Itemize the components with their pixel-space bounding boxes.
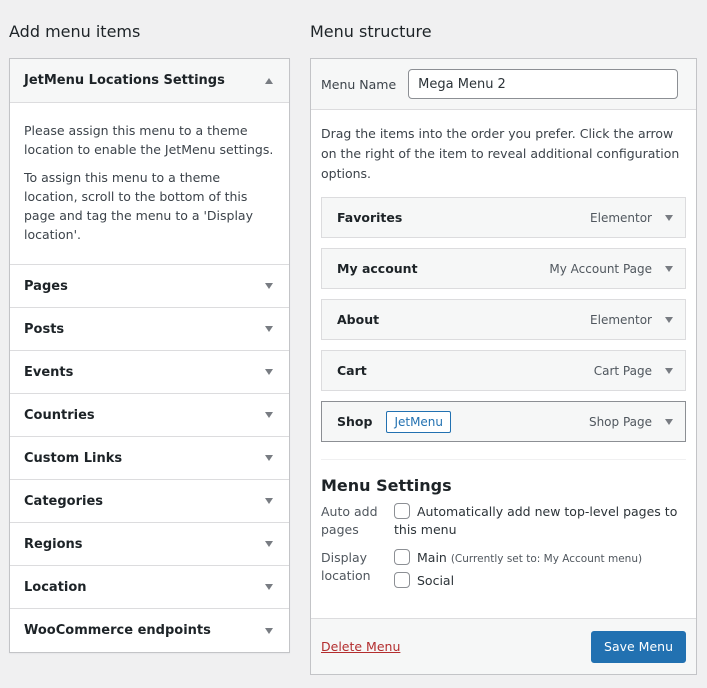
expand-item-arrow-icon[interactable] <box>665 316 673 323</box>
menu-settings-heading: Menu Settings <box>321 476 452 495</box>
accordion-label: WooCommerce endpoints <box>24 623 211 638</box>
accordion-regions[interactable]: Regions <box>10 523 289 566</box>
location-social-label[interactable]: Social <box>417 573 454 588</box>
collapse-arrow-icon <box>265 77 273 84</box>
location-main-checkbox[interactable] <box>394 549 410 565</box>
accordion-label: Countries <box>24 407 95 423</box>
accordion-countries[interactable]: Countries <box>10 394 289 437</box>
accordion-categories[interactable]: Categories <box>10 480 289 523</box>
jetmenu-info-text: Please assign this menu to a theme locat… <box>24 123 274 157</box>
accordion-label: Posts <box>24 321 65 337</box>
accordion-label: Pages <box>24 278 68 294</box>
menu-item-type: My Account Page <box>549 261 652 276</box>
expand-item-arrow-icon[interactable] <box>665 367 673 374</box>
accordion-woocommerce-endpoints[interactable]: WooCommerce endpoints <box>10 609 289 652</box>
expand-item-arrow-icon[interactable] <box>665 418 673 425</box>
jetmenu-locations-body: Please assign this menu to a theme locat… <box>10 103 289 265</box>
menu-item-type: Elementor <box>590 210 652 225</box>
menu-item-title: Favorites <box>337 210 403 225</box>
menu-item-type: Cart Page <box>593 363 652 378</box>
menu-item-cart[interactable]: Cart Cart Page <box>321 350 686 391</box>
menu-item-shop[interactable]: Shop JetMenu Shop Page <box>321 401 686 442</box>
display-location-row: Display location Main (Currently set to:… <box>321 549 686 594</box>
expand-arrow-icon <box>265 369 273 375</box>
expand-arrow-icon <box>265 541 273 547</box>
location-social-checkbox[interactable] <box>394 572 410 588</box>
expand-arrow-icon <box>265 498 273 504</box>
expand-arrow-icon <box>265 455 273 461</box>
accordion-posts[interactable]: Posts <box>10 308 289 351</box>
save-menu-button[interactable]: Save Menu <box>591 630 686 663</box>
accordion-custom-links[interactable]: Custom Links <box>10 437 289 480</box>
menu-item-title: My account <box>337 261 418 276</box>
auto-add-label: Auto add pages <box>321 504 378 537</box>
accordion-label: Regions <box>24 536 83 552</box>
accordion-label: Location <box>24 579 87 595</box>
accordion-jetmenu-locations[interactable]: JetMenu Locations Settings <box>10 59 289 103</box>
accordion-pages[interactable]: Pages <box>10 265 289 308</box>
menu-item-type: Shop Page <box>588 414 652 429</box>
jetmenu-button[interactable]: JetMenu <box>386 410 452 433</box>
accordion-label: Events <box>24 364 74 380</box>
expand-item-arrow-icon[interactable] <box>665 214 673 221</box>
menu-items-list: Favorites Elementor My account My Accoun… <box>311 184 696 442</box>
menu-item-type: Elementor <box>590 312 652 327</box>
menu-footer: Delete Menu Save Menu <box>311 618 696 674</box>
menu-item-about[interactable]: About Elementor <box>321 299 686 340</box>
expand-arrow-icon <box>265 283 273 289</box>
auto-add-checkbox[interactable] <box>394 503 410 519</box>
display-location-label: Display location <box>321 550 371 583</box>
menu-name-row: Menu Name <box>311 59 696 110</box>
expand-item-arrow-icon[interactable] <box>665 265 673 272</box>
menu-structure-panel: Menu Name Drag the items into the order … <box>310 58 697 675</box>
expand-arrow-icon <box>265 326 273 332</box>
accordion-label: Custom Links <box>24 450 123 466</box>
location-main-label[interactable]: Main <box>417 550 447 565</box>
add-menu-items-accordion: JetMenu Locations Settings Please assign… <box>9 58 290 653</box>
menu-structure-heading: Menu structure <box>310 22 432 41</box>
menu-item-title: About <box>337 312 380 327</box>
menu-item-title: Cart <box>337 363 367 378</box>
expand-arrow-icon <box>265 627 273 634</box>
add-menu-items-heading: Add menu items <box>9 22 141 41</box>
delete-menu-link[interactable]: Delete Menu <box>321 639 400 654</box>
drag-instructions: Drag the items into the order you prefer… <box>321 126 680 181</box>
section-divider <box>321 459 686 460</box>
jetmenu-instructions-text: To assign this menu to a theme location,… <box>24 170 253 242</box>
location-main-note: (Currently set to: My Account menu) <box>450 553 643 565</box>
expand-arrow-icon <box>265 584 273 590</box>
auto-add-option-label[interactable]: Automatically add new top-level pages to… <box>394 504 677 537</box>
menu-name-label: Menu Name <box>321 76 397 92</box>
menu-item-my-account[interactable]: My account My Account Page <box>321 248 686 289</box>
accordion-label: JetMenu Locations Settings <box>24 73 225 88</box>
accordion-label: Categories <box>24 493 104 509</box>
menu-item-favorites[interactable]: Favorites Elementor <box>321 197 686 238</box>
menu-name-input[interactable] <box>408 69 679 99</box>
accordion-events[interactable]: Events <box>10 351 289 394</box>
menu-item-title: Shop <box>337 414 373 429</box>
accordion-location[interactable]: Location <box>10 566 289 609</box>
auto-add-row: Auto add pages Automatically add new top… <box>321 503 686 539</box>
expand-arrow-icon <box>265 412 273 418</box>
